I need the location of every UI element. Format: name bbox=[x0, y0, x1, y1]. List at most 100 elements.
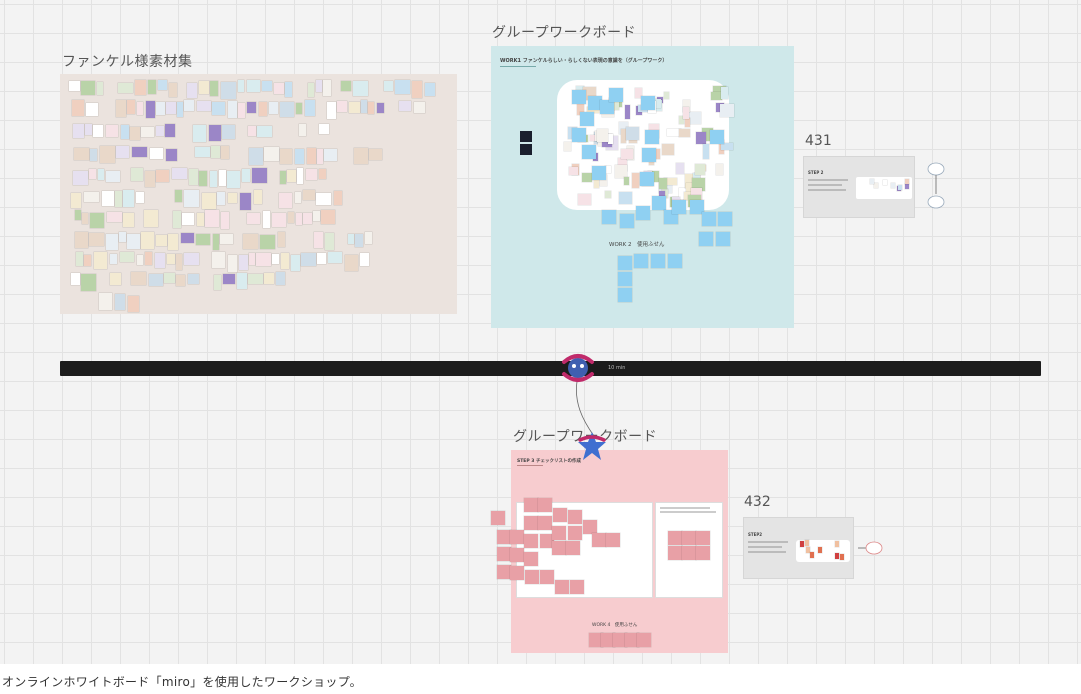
material-thumbnail[interactable] bbox=[295, 192, 302, 203]
sticky-note-pink[interactable] bbox=[510, 566, 524, 580]
material-thumbnail[interactable] bbox=[97, 169, 104, 180]
material-thumbnail[interactable] bbox=[279, 171, 286, 184]
material-thumbnail[interactable] bbox=[116, 146, 130, 158]
material-thumbnail[interactable] bbox=[195, 147, 211, 157]
material-thumbnail[interactable] bbox=[237, 103, 245, 118]
collage-thumbnail[interactable] bbox=[624, 104, 631, 119]
material-thumbnail[interactable] bbox=[96, 82, 103, 95]
material-thumbnail[interactable] bbox=[130, 168, 143, 181]
material-thumbnail[interactable] bbox=[148, 274, 163, 286]
material-thumbnail[interactable] bbox=[171, 168, 187, 179]
material-thumbnail[interactable] bbox=[324, 149, 338, 161]
collage-thumbnail[interactable] bbox=[678, 129, 690, 137]
material-thumbnail[interactable] bbox=[123, 190, 135, 207]
material-thumbnail[interactable] bbox=[175, 275, 185, 286]
sticky-note-pink[interactable] bbox=[552, 541, 566, 555]
material-thumbnail[interactable] bbox=[303, 213, 313, 224]
material-thumbnail[interactable] bbox=[175, 190, 183, 202]
material-thumbnail[interactable] bbox=[307, 83, 314, 97]
sticky-note-pink[interactable] bbox=[524, 534, 538, 548]
material-thumbnail[interactable] bbox=[188, 169, 198, 185]
material-thumbnail[interactable] bbox=[324, 233, 334, 250]
collage-thumbnail[interactable] bbox=[695, 164, 705, 175]
quick-sashi-sticker[interactable] bbox=[560, 350, 596, 386]
sticky-note-blue[interactable] bbox=[641, 96, 655, 110]
collage-thumbnail[interactable] bbox=[683, 107, 689, 119]
material-thumbnail[interactable] bbox=[254, 190, 263, 204]
material-thumbnail[interactable] bbox=[136, 255, 143, 265]
material-thumbnail[interactable] bbox=[256, 126, 272, 137]
material-thumbnail[interactable] bbox=[360, 100, 367, 113]
sticky-note-pink[interactable] bbox=[555, 580, 569, 594]
sticky-note-pink[interactable] bbox=[553, 508, 567, 522]
material-thumbnail[interactable] bbox=[284, 82, 292, 97]
material-thumbnail[interactable] bbox=[186, 83, 197, 98]
material-thumbnail[interactable] bbox=[424, 83, 435, 96]
material-thumbnail[interactable] bbox=[198, 81, 209, 94]
material-thumbnail[interactable] bbox=[313, 232, 323, 248]
material-thumbnail[interactable] bbox=[82, 213, 89, 224]
sticky-note-blue[interactable] bbox=[702, 212, 716, 226]
material-thumbnail[interactable] bbox=[326, 102, 336, 119]
material-thumbnail[interactable] bbox=[336, 101, 347, 112]
sticky-note-pink[interactable] bbox=[637, 633, 651, 647]
material-thumbnail[interactable] bbox=[155, 102, 165, 115]
mini-thumbnail[interactable] bbox=[890, 183, 895, 189]
material-thumbnail[interactable] bbox=[117, 83, 133, 93]
material-thumbnail[interactable] bbox=[187, 274, 199, 284]
material-thumbnail[interactable] bbox=[150, 148, 164, 159]
material-thumbnail[interactable] bbox=[241, 169, 250, 182]
material-thumbnail[interactable] bbox=[263, 211, 271, 228]
sticky-note-pink[interactable] bbox=[540, 570, 554, 584]
material-thumbnail[interactable] bbox=[228, 193, 238, 203]
dark-image-2[interactable] bbox=[520, 144, 532, 155]
sticky-note-blue[interactable] bbox=[640, 172, 654, 186]
material-thumbnail[interactable] bbox=[367, 102, 374, 114]
material-thumbnail[interactable] bbox=[307, 148, 317, 164]
collage-thumbnail[interactable] bbox=[604, 191, 612, 199]
material-thumbnail[interactable] bbox=[88, 233, 104, 246]
material-thumbnail[interactable] bbox=[127, 296, 139, 312]
sticky-note-pink[interactable] bbox=[570, 580, 584, 594]
material-thumbnail[interactable] bbox=[75, 252, 83, 266]
material-thumbnail[interactable] bbox=[259, 235, 275, 249]
mini-thumbnail[interactable] bbox=[869, 178, 874, 184]
sticky-note-blue[interactable] bbox=[602, 210, 616, 224]
material-thumbnail[interactable] bbox=[298, 124, 306, 136]
material-thumbnail[interactable] bbox=[147, 80, 156, 94]
material-thumbnail[interactable] bbox=[196, 101, 211, 111]
material-thumbnail[interactable] bbox=[327, 252, 342, 263]
material-thumbnail[interactable] bbox=[136, 192, 145, 203]
collage-thumbnail[interactable] bbox=[568, 166, 578, 175]
collage-thumbnail[interactable] bbox=[597, 128, 609, 143]
mini-thumbnail[interactable] bbox=[882, 180, 887, 186]
sticky-note-pink[interactable] bbox=[510, 530, 524, 544]
material-thumbnail[interactable] bbox=[222, 274, 235, 284]
sticky-note-blue[interactable] bbox=[600, 100, 614, 114]
material-thumbnail[interactable] bbox=[279, 102, 294, 117]
material-thumbnail[interactable] bbox=[227, 101, 237, 118]
material-thumbnail[interactable] bbox=[213, 275, 221, 290]
material-thumbnail[interactable] bbox=[123, 213, 135, 227]
material-thumbnail[interactable] bbox=[84, 192, 100, 202]
material-thumbnail[interactable] bbox=[305, 169, 317, 180]
sticky-note-pink[interactable] bbox=[497, 547, 511, 561]
mini-thumbnail[interactable] bbox=[905, 178, 910, 184]
material-thumbnail[interactable] bbox=[182, 213, 195, 225]
sticky-note-pink[interactable] bbox=[668, 546, 682, 560]
material-thumbnail[interactable] bbox=[280, 253, 289, 269]
material-thumbnail[interactable] bbox=[88, 169, 96, 179]
material-thumbnail[interactable] bbox=[369, 149, 383, 160]
sticky-note-pink[interactable] bbox=[552, 526, 566, 540]
material-thumbnail[interactable] bbox=[84, 124, 92, 135]
collage-thumbnail[interactable] bbox=[716, 164, 724, 175]
material-thumbnail[interactable] bbox=[286, 170, 296, 182]
material-thumbnail[interactable] bbox=[126, 100, 135, 114]
material-thumbnail[interactable] bbox=[211, 146, 221, 158]
mini-frame-432[interactable]: STEP2 bbox=[743, 517, 854, 579]
sticky-note-pink[interactable] bbox=[491, 511, 505, 525]
material-thumbnail[interactable] bbox=[227, 255, 237, 272]
mini-thumbnail[interactable] bbox=[834, 540, 839, 547]
material-thumbnail[interactable] bbox=[398, 101, 411, 111]
sticky-note-blue[interactable] bbox=[642, 148, 656, 162]
